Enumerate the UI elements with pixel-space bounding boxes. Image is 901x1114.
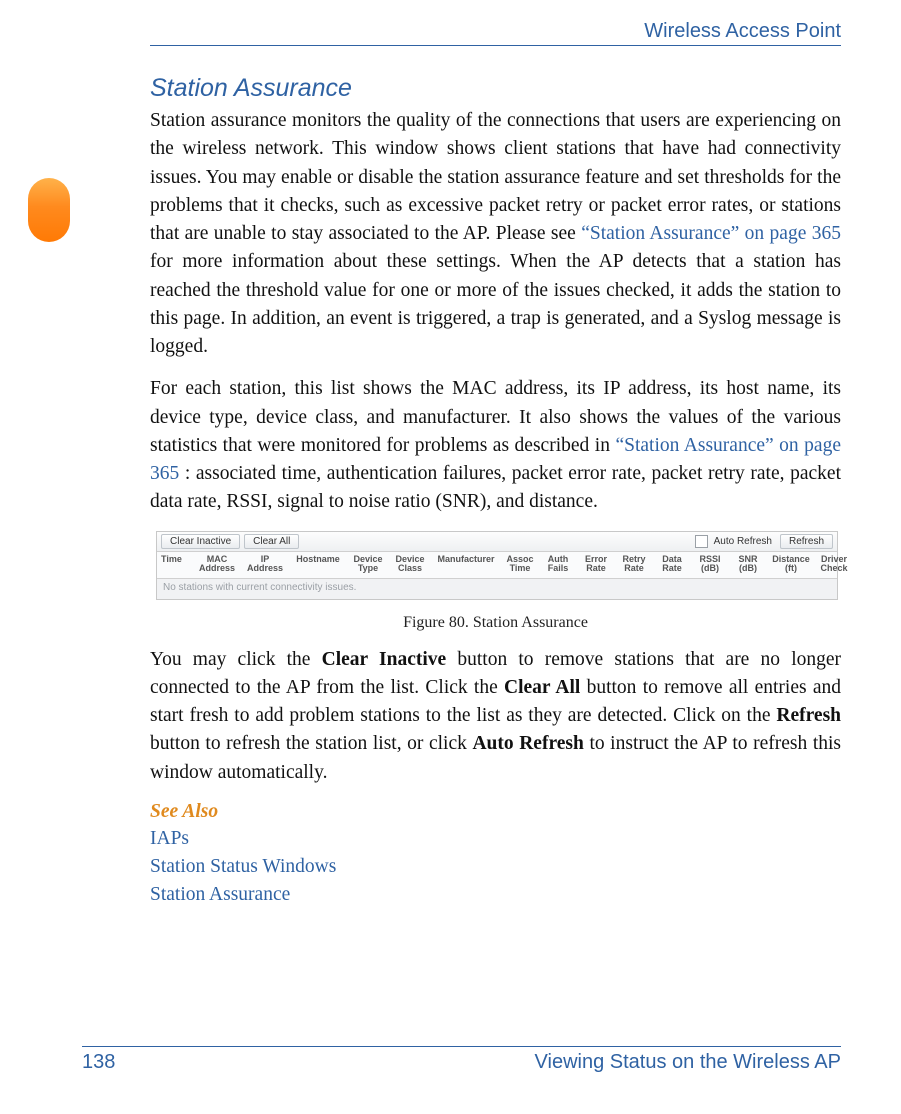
see-also-link-iaps[interactable]: IAPs <box>150 825 841 853</box>
auto-refresh-label: Auto Refresh <box>712 536 776 547</box>
col-retry-rate: Retry Rate <box>617 555 651 574</box>
column-headers: Time MAC Address IP Address Hostname Dev… <box>157 552 837 579</box>
refresh-button[interactable]: Refresh <box>780 534 833 549</box>
page-footer: 138 Viewing Status on the Wireless AP <box>82 1046 841 1074</box>
col-mac-address: MAC Address <box>195 555 239 574</box>
clear-all-button[interactable]: Clear All <box>244 534 299 549</box>
page: Wireless Access Point Station Assurance … <box>0 0 901 1114</box>
side-tab-decor <box>28 178 70 242</box>
col-error-rate: Error Rate <box>579 555 613 574</box>
figure-caption: Figure 80. Station Assurance <box>150 614 841 632</box>
empty-state-message: No stations with current connectivity is… <box>157 579 837 599</box>
screenshot-station-assurance: Clear Inactive Clear All Auto Refresh Re… <box>156 531 838 600</box>
col-device-type: Device Type <box>349 555 387 574</box>
col-data-rate: Data Rate <box>655 555 689 574</box>
running-header: Wireless Access Point <box>150 20 841 46</box>
text: You may click the <box>150 649 322 670</box>
col-time: Time <box>161 555 191 574</box>
text: for more information about these setting… <box>150 251 841 357</box>
figure-80: Clear Inactive Clear All Auto Refresh Re… <box>150 531 841 632</box>
col-device-class: Device Class <box>391 555 429 574</box>
col-driver-check: Driver Check <box>817 555 851 574</box>
clear-inactive-button[interactable]: Clear Inactive <box>161 534 240 549</box>
see-also-link-station-assurance[interactable]: Station Assurance <box>150 881 841 909</box>
col-distance: Distance (ft) <box>769 555 813 574</box>
paragraph-2: For each station, this list shows the MA… <box>150 375 841 516</box>
text: : associated time, authentication failur… <box>150 463 841 512</box>
col-assoc-time: Assoc Time <box>503 555 537 574</box>
col-hostname: Hostname <box>291 555 345 574</box>
col-auth-fails: Auth Fails <box>541 555 575 574</box>
see-also-list: IAPs Station Status Windows Station Assu… <box>150 825 841 910</box>
paragraph-1: Station assurance monitors the quality o… <box>150 107 841 361</box>
chapter-title: Viewing Status on the Wireless AP <box>535 1051 841 1074</box>
bold-clear-all: Clear All <box>504 677 580 698</box>
col-manufacturer: Manufacturer <box>433 555 499 574</box>
bold-clear-inactive: Clear Inactive <box>322 649 447 670</box>
bold-auto-refresh: Auto Refresh <box>472 733 583 754</box>
text: button to refresh the station list, or c… <box>150 733 472 754</box>
see-also-heading: See Also <box>150 801 841 823</box>
xref-station-assurance-1[interactable]: “Station Assurance” on page 365 <box>581 223 841 244</box>
bold-refresh: Refresh <box>776 705 841 726</box>
page-number: 138 <box>82 1051 115 1074</box>
section-title: Station Assurance <box>150 74 841 103</box>
col-snr: SNR (dB) <box>731 555 765 574</box>
col-ip-address: IP Address <box>243 555 287 574</box>
paragraph-3: You may click the Clear Inactive button … <box>150 646 841 787</box>
see-also-link-station-status-windows[interactable]: Station Status Windows <box>150 853 841 881</box>
col-rssi: RSSI (dB) <box>693 555 727 574</box>
auto-refresh-checkbox[interactable] <box>695 535 708 548</box>
figure-toolbar: Clear Inactive Clear All Auto Refresh Re… <box>157 532 837 552</box>
